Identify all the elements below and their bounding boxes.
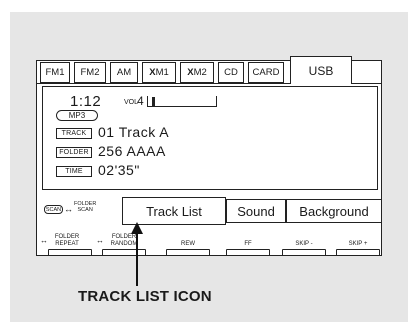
skip-minus-label: SKIP - [295, 241, 313, 247]
skip-minus-button[interactable] [282, 249, 326, 256]
format-badge: MP3 [56, 110, 98, 121]
sound-softkey[interactable]: Sound [226, 199, 286, 223]
skip-plus-label: SKIP + [348, 241, 368, 247]
arrow-left-icon: ↔ [96, 236, 104, 245]
background-softkey[interactable]: Background [286, 199, 382, 223]
callout-caption: TRACK LIST ICON [78, 288, 212, 305]
volume-label: VOL [124, 99, 139, 106]
time-value: 02'35" [98, 162, 140, 178]
folder-repeat-button[interactable] [48, 249, 92, 256]
folder-random-button[interactable] [102, 249, 146, 256]
elapsed-time: 1:12 [70, 93, 102, 110]
ff-label: FF [244, 241, 252, 247]
time-label: TIME [56, 166, 92, 177]
folder-repeat-line-1: FOLDER [54, 234, 80, 240]
folder-scan-line-2: SCAN [77, 207, 93, 213]
arrow-left-icon: ↔ [40, 236, 48, 245]
folder-repeat-line-2: REPEAT [55, 240, 79, 247]
tab-xm2[interactable]: X M2 [180, 62, 214, 83]
tab-fm2[interactable]: FM2 [74, 62, 106, 83]
active-tab-gap [291, 83, 351, 85]
rew-button[interactable] [166, 249, 210, 256]
tab-xm2-label: M2 [193, 67, 207, 78]
folder-scan-label: FOLDER SCAN [74, 201, 96, 213]
track-list-softkey[interactable]: Track List [122, 197, 226, 225]
track-label: TRACK [56, 128, 92, 139]
track-value: 01 Track A [98, 124, 170, 140]
volume-bar [147, 96, 217, 107]
volume-value: 4 [137, 94, 144, 108]
scan-badge: SCAN [44, 205, 63, 214]
volume-bar-fill [152, 97, 155, 106]
tab-fm1[interactable]: FM1 [40, 62, 70, 83]
skip-plus-button[interactable] [336, 249, 380, 256]
folder-repeat-label: FOLDER REPEAT [50, 234, 84, 247]
callout-line [136, 232, 138, 286]
tab-card[interactable]: CARD [248, 62, 284, 83]
tab-cd[interactable]: CD [218, 62, 244, 83]
arrow-left-icon: ↔ [64, 204, 73, 214]
tab-xm1-label: M1 [155, 67, 169, 78]
tab-usb[interactable]: USB [290, 56, 352, 84]
ff-button[interactable] [226, 249, 270, 256]
tab-xm1[interactable]: X M1 [142, 62, 176, 83]
folder-value: 256 AAAA [98, 143, 166, 159]
tab-am[interactable]: AM [110, 62, 138, 83]
rew-label: REW [181, 241, 195, 247]
folder-label: FOLDER [56, 147, 92, 158]
